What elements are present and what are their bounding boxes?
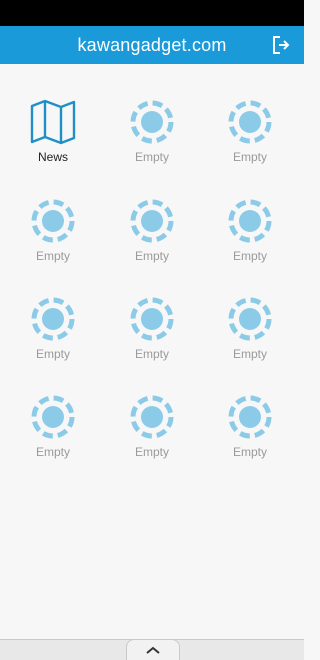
tile-empty[interactable]: Empty [104,393,200,473]
logout-icon [273,36,290,54]
tile-empty[interactable]: Empty [5,197,101,277]
app-title: kawangadget.com [77,35,227,55]
tile-label: Empty [35,445,70,459]
tile-label: Empty [35,347,70,361]
tile-label: Empty [134,249,169,263]
tile-label: Empty [134,347,169,361]
tile-label: News [37,150,68,164]
map-icon [30,99,76,145]
empty-slot-icon [130,199,174,243]
empty-slot-icon [130,100,174,144]
empty-slot-icon [228,395,272,439]
tile-empty[interactable]: Empty [202,295,298,375]
tile-empty[interactable]: Empty [202,197,298,277]
tile-label: Empty [232,347,267,361]
empty-slot-icon [228,297,272,341]
empty-slot-icon [228,199,272,243]
tile-label: Empty [232,445,267,459]
tile-empty[interactable]: Empty [202,393,298,473]
empty-slot-icon [228,100,272,144]
tile-empty[interactable]: Empty [202,98,298,178]
tile-label: Empty [232,150,267,164]
empty-slot-icon [130,395,174,439]
empty-slot-icon [31,297,75,341]
drawer-handle[interactable] [126,639,180,660]
logout-button[interactable] [268,32,294,58]
empty-slot-icon [31,199,75,243]
empty-slot-icon [130,297,174,341]
tile-label: Empty [134,445,169,459]
empty-slot-icon [31,395,75,439]
app-bar: kawangadget.com [0,26,304,64]
tile-news[interactable]: News [5,98,101,178]
tile-grid: News Empty Empty Empty Empty Empty Empty… [0,64,304,640]
tile-empty[interactable]: Empty [104,197,200,277]
chevron-up-icon [146,646,160,654]
tile-label: Empty [134,150,169,164]
tile-empty[interactable]: Empty [104,295,200,375]
bottom-bar [0,639,304,660]
tile-label: Empty [232,249,267,263]
tile-empty[interactable]: Empty [5,295,101,375]
status-bar [0,0,304,26]
tile-label: Empty [35,249,70,263]
tile-empty[interactable]: Empty [5,393,101,473]
tile-empty[interactable]: Empty [104,98,200,178]
